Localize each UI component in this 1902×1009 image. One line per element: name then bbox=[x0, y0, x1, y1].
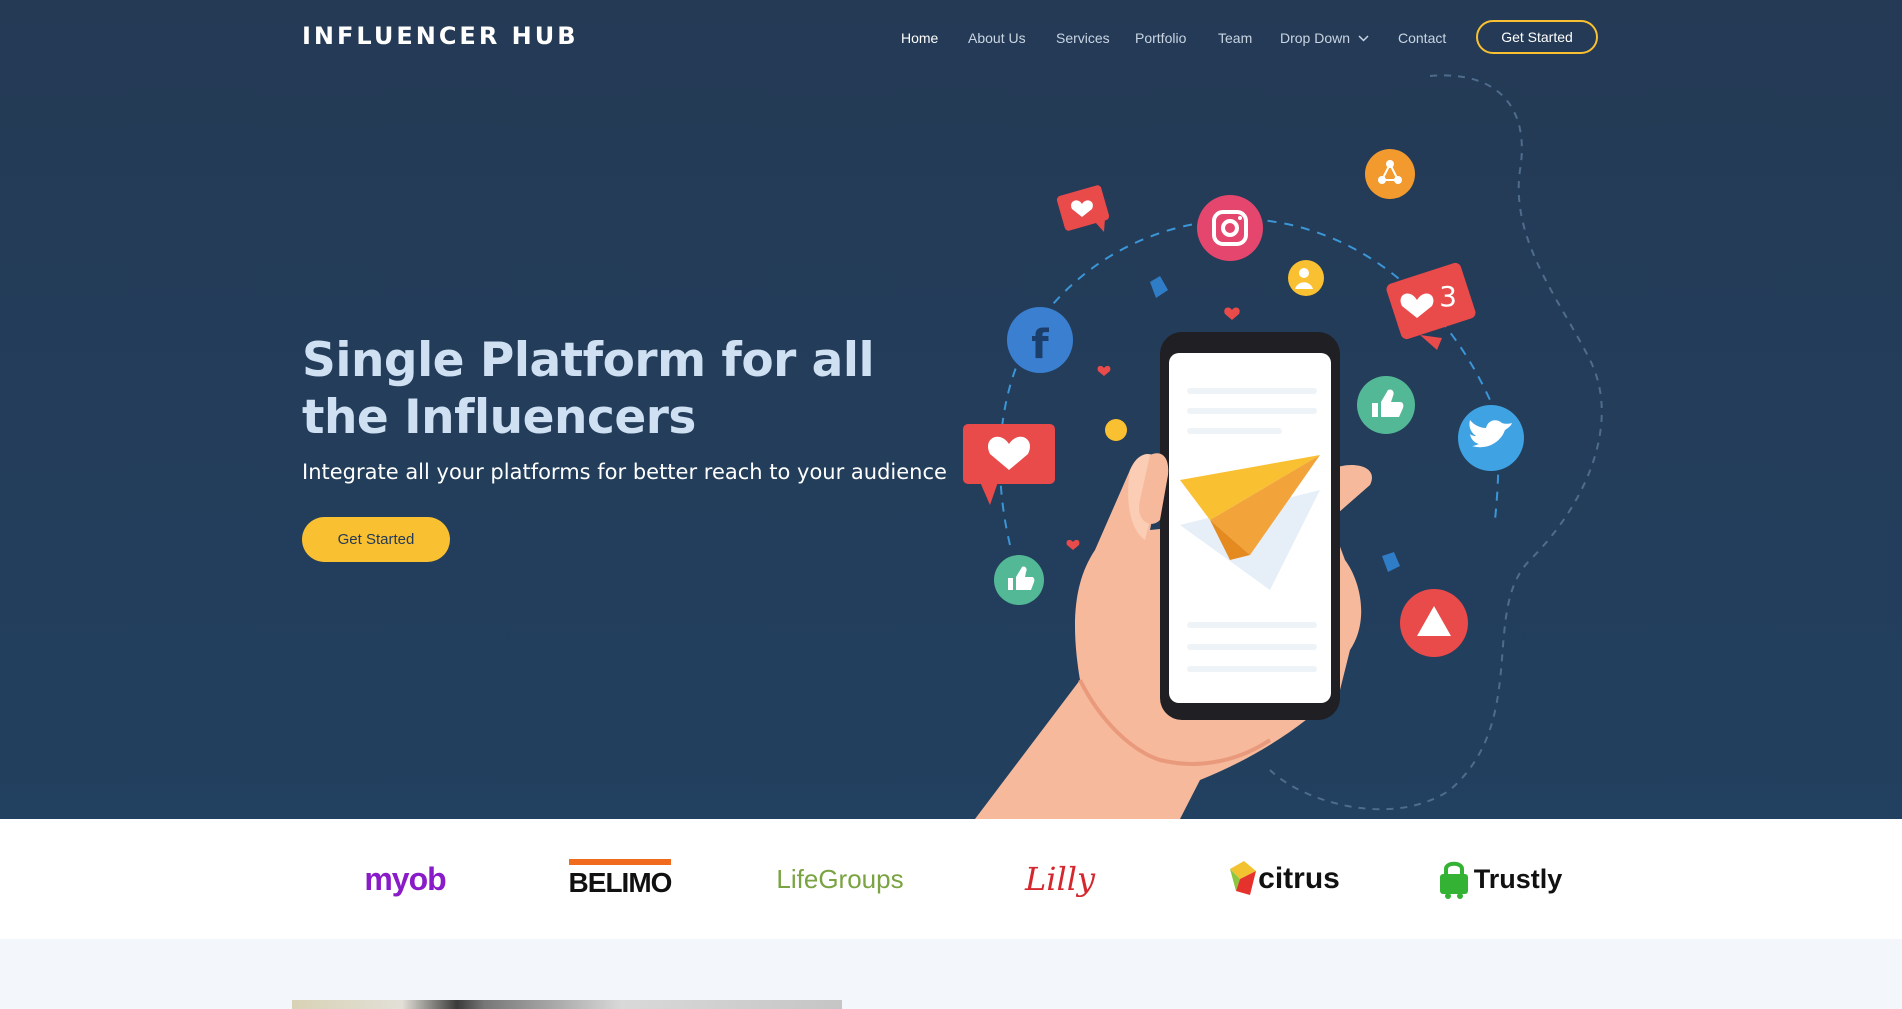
client-logo-trustly-text: Trustly bbox=[1473, 863, 1563, 894]
nav-dropdown-label: Drop Down bbox=[1280, 30, 1351, 46]
client-logo-belimo[interactable]: BELIMO bbox=[555, 819, 685, 939]
svg-text:f: f bbox=[1031, 322, 1049, 368]
thumbs-up-icon bbox=[1357, 376, 1415, 434]
nav-link-contact[interactable]: Contact bbox=[1398, 30, 1446, 46]
play-icon bbox=[1400, 589, 1468, 657]
instagram-icon bbox=[1197, 195, 1263, 261]
hero-get-started-button[interactable]: Get Started bbox=[302, 517, 450, 562]
client-logo-citrus-text: citrus bbox=[1258, 862, 1340, 895]
nav-link-portfolio[interactable]: Portfolio bbox=[1135, 30, 1186, 46]
nav-dropdown[interactable]: Drop Down bbox=[1280, 30, 1369, 46]
client-logo-belimo-text: BELIMO bbox=[568, 859, 672, 899]
hero-section: INFLUENCER HUB Home About Us Services Po… bbox=[0, 0, 1902, 819]
small-yellow-dot bbox=[1105, 419, 1127, 441]
client-logo-myob[interactable]: myob bbox=[350, 819, 460, 939]
chevron-down-icon bbox=[1358, 35, 1369, 42]
hero-subtitle: Integrate all your platforms for better … bbox=[302, 460, 947, 484]
lock-icon bbox=[1439, 861, 1468, 899]
notification-count: 3 bbox=[1439, 280, 1457, 313]
client-logo-lilly[interactable]: Lilly bbox=[1005, 819, 1115, 939]
nav-get-started-button[interactable]: Get Started bbox=[1476, 20, 1598, 54]
hero-illustration: f 3 bbox=[963, 74, 1603, 819]
facebook-icon: f bbox=[1007, 307, 1073, 373]
client-logo-lifegroups[interactable]: LifeGroups bbox=[775, 819, 905, 939]
nav-link-home[interactable]: Home bbox=[901, 30, 938, 46]
small-heart-bubble-icon bbox=[1056, 185, 1110, 232]
client-logo-trustly[interactable]: Trustly bbox=[1432, 819, 1568, 939]
hero-title: Single Platform for all the Influencers bbox=[302, 333, 875, 445]
user-icon bbox=[1288, 260, 1324, 296]
client-logo-myob-text: myob bbox=[364, 860, 446, 897]
client-logo-lifegroups-text: LifeGroups bbox=[776, 863, 904, 894]
notification-heart-icon: 3 bbox=[1386, 262, 1476, 350]
heart-bubble-icon bbox=[963, 424, 1055, 505]
phone bbox=[1160, 332, 1340, 720]
twitter-icon bbox=[1458, 405, 1524, 471]
client-logo-citrus[interactable]: citrus bbox=[1220, 819, 1350, 939]
nav-link-team[interactable]: Team bbox=[1218, 30, 1252, 46]
client-logo-lilly-text: Lilly bbox=[1024, 860, 1096, 898]
clients-logo-bar: myob BELIMO LifeGroups Lilly citrus Trus… bbox=[0, 819, 1902, 939]
nav-link-about-us[interactable]: About Us bbox=[968, 30, 1026, 46]
nav-link-services[interactable]: Services bbox=[1056, 30, 1110, 46]
share-icon bbox=[1365, 149, 1415, 199]
citrus-mark-icon bbox=[1230, 861, 1257, 895]
section-image-preview bbox=[292, 1000, 842, 1009]
thumbs-up-small-icon bbox=[994, 555, 1044, 605]
